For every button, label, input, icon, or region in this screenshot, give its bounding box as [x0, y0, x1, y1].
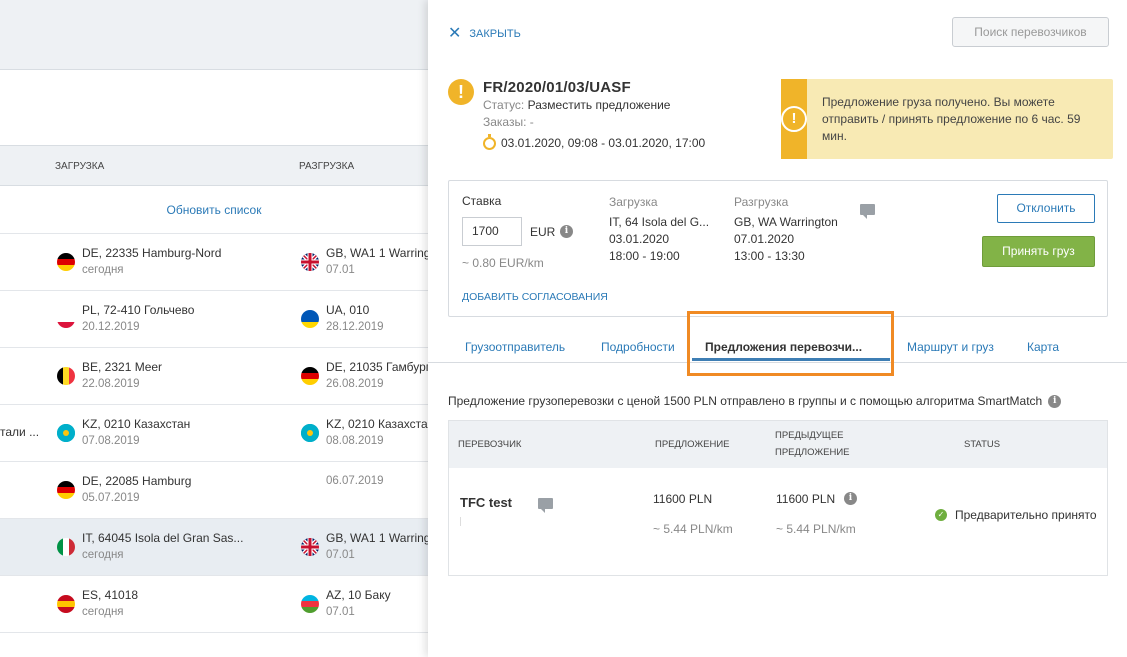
check-icon: ✓ [935, 509, 947, 521]
table-row[interactable]: BE, 2321 Meer 22.08.2019 DE, 21035 Гамбург… [0, 348, 430, 405]
table-row[interactable]: ES, 41018 сегодня AZ, 10 Баку 07.01 [0, 576, 428, 633]
refresh-list-link[interactable]: Обновить список [0, 186, 428, 234]
table-row[interactable]: IT, 64045 Isola del Gran Sas... сегодня GB… [0, 519, 430, 576]
de-flag-icon [57, 481, 75, 499]
offer-price: 11600 PLN ~ 5.44 PLN/km [653, 492, 733, 536]
order-status: Статус: Разместить предложение [483, 98, 671, 112]
offer-notice: ! Предложение груза получено. Вы можете … [781, 79, 1113, 159]
pl-flag-icon [57, 310, 75, 328]
comment-icon[interactable] [860, 204, 875, 219]
list-header: ЗАГРУЗКА РАЗГРУЗКА [0, 145, 428, 186]
info-icon[interactable]: i [1048, 394, 1062, 408]
table-row[interactable]: DE, 22335 Hamburg-Nord сегодня GB, WA1 1 W… [0, 234, 430, 291]
tab-shipper[interactable]: Грузоотправитель [465, 340, 565, 354]
close-button[interactable]: ✕ ЗАКРЫТЬ [448, 25, 521, 42]
info-icon[interactable]: i [844, 492, 857, 505]
de-flag-icon [301, 367, 319, 385]
add-agreements-link[interactable]: ДОБАВИТЬ СОГЛАСОВАНИЯ [462, 291, 608, 303]
order-orders: Заказы: - [483, 115, 534, 129]
rate-input[interactable]: 1700 [462, 217, 522, 246]
ua-flag-icon [301, 310, 319, 328]
tab-route-cargo[interactable]: Маршрут и груз [907, 340, 994, 354]
column-unload: РАЗГРУЗКА [299, 161, 355, 172]
gb-flag-icon [301, 253, 319, 271]
order-time: 03.01.2020, 09:08 - 03.01.2020, 17:00 [483, 133, 705, 150]
offers-table-header: ПЕРЕВОЗЧИК ПРЕДЛОЖЕНИЕ ПРЕДЫДУЩЕЕ ПРЕДЛО… [449, 421, 1107, 468]
close-icon: ✕ [448, 25, 462, 42]
kz-flag-icon [301, 424, 319, 442]
column-load: ЗАГРУЗКА [55, 161, 105, 172]
order-id: FR/2020/01/03/UASF [483, 79, 631, 96]
comment-icon[interactable] [538, 498, 553, 513]
truncated-cell: тали ... [0, 425, 40, 439]
rate-per-km: ~ 0.80 EUR/km [462, 256, 544, 270]
be-flag-icon [57, 367, 75, 385]
alert-icon: ! [781, 106, 807, 132]
table-row[interactable]: DE, 22085 Hamburg 05.07.2019 06.07.2019 [0, 462, 428, 519]
offer-box: Ставка 1700 EUR i ~ 0.80 EUR/km ДОБАВИТЬ… [448, 180, 1108, 317]
reject-button[interactable]: Отклонить [997, 194, 1095, 223]
table-row[interactable]: KZ, 0210 Казахстан 07.08.2019 KZ, 0210 Каз… [0, 405, 434, 462]
timer-icon [483, 133, 496, 150]
status-badge: ✓ Предварительно принято [935, 508, 1097, 522]
shipment-list: ЗАГРУЗКА РАЗГРУЗКА Обновить список DE, 2… [0, 0, 434, 657]
table-row[interactable]: PL, 72-410 Гольчево 20.12.2019 UA, 010 28.1… [0, 291, 428, 348]
carrier-name[interactable]: TFC test [460, 495, 512, 510]
offers-table: ПЕРЕВОЗЧИК ПРЕДЛОЖЕНИЕ ПРЕДЫДУЩЕЕ ПРЕДЛО… [448, 420, 1108, 576]
gb-flag-icon [301, 538, 319, 556]
unload-info: Разгрузка GB, WA Warrington 07.01.2020 1… [734, 195, 838, 263]
load-info: Загрузка IT, 64 Isola del G... 03.01.202… [609, 195, 710, 263]
search-carriers-button[interactable]: Поиск перевозчиков [952, 17, 1109, 47]
info-icon[interactable]: i [560, 225, 573, 238]
it-flag-icon [57, 538, 75, 556]
offer-drawer: ✕ ЗАКРЫТЬ Поиск перевозчиков ! FR/2020/0… [428, 0, 1127, 657]
rate-currency: EUR [530, 225, 556, 239]
list-toolbar [0, 0, 428, 70]
warning-icon: ! [448, 79, 474, 105]
tab-map[interactable]: Карта [1027, 340, 1059, 354]
kz-flag-icon [57, 424, 75, 442]
tab-highlight-box [687, 311, 894, 376]
table-row: TFC test 11600 PLN ~ 5.44 PLN/km 11600 P… [449, 468, 1107, 575]
sent-note: Предложение грузоперевозки с ценой 1500 … [448, 394, 1062, 408]
es-flag-icon [57, 595, 75, 613]
de-flag-icon [57, 253, 75, 271]
accept-cargo-button[interactable]: Принять груз [982, 236, 1095, 267]
az-flag-icon [301, 595, 319, 613]
tab-details[interactable]: Подробности [601, 340, 675, 354]
rate-label: Ставка [462, 194, 502, 208]
